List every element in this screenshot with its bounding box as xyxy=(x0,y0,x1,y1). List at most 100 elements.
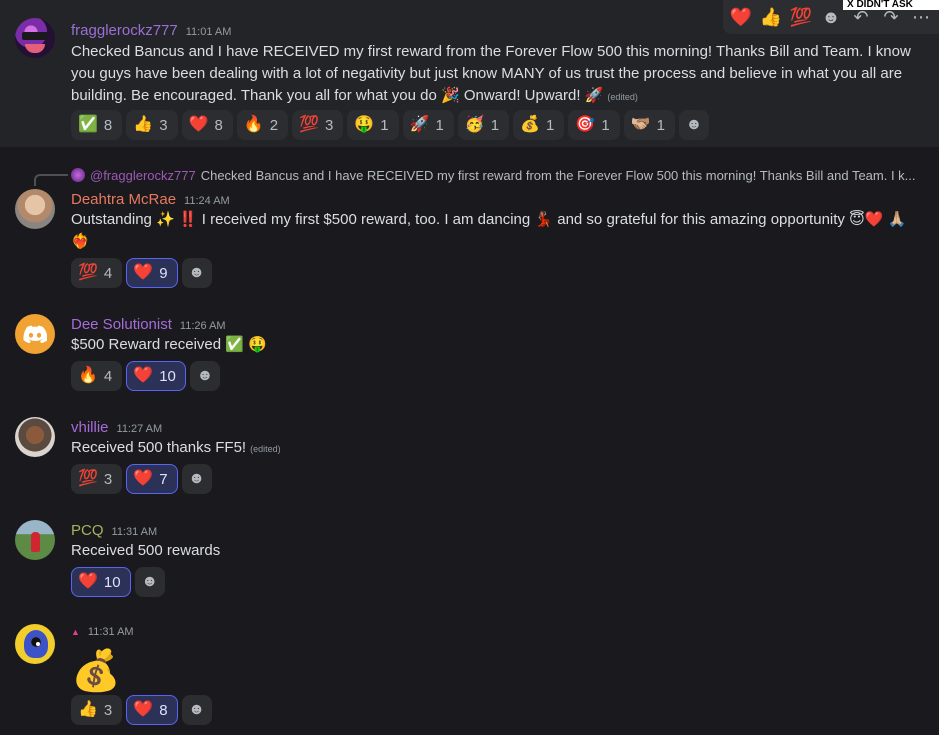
reaction[interactable]: ❤️ 10 xyxy=(71,567,131,597)
reaction-emoji: 🔥 xyxy=(243,116,264,133)
edited-label: (edited) xyxy=(607,92,638,102)
timestamp: 11:31 AM xyxy=(87,626,134,638)
reaction[interactable]: 👍 3 xyxy=(126,110,178,140)
reaction-count: 3 xyxy=(103,470,113,488)
reaction[interactable]: 🫱🏼‍🫲🏽 1 xyxy=(623,110,675,140)
chat-messages: fragglerockz777 11:01 AM Checked Bancus … xyxy=(0,0,939,735)
reaction[interactable]: 🥳 1 xyxy=(457,110,510,140)
smile-add-icon: ☻ xyxy=(685,116,703,133)
reaction-count: 1 xyxy=(546,116,555,134)
message-text: Received 500 rewards xyxy=(71,542,221,559)
reaction[interactable]: 🔥 2 xyxy=(236,110,289,140)
reaction-emoji: 💰 xyxy=(520,116,541,133)
add-reaction-button[interactable]: ☻ xyxy=(678,110,709,140)
quick-reaction-thumbsup[interactable]: 👍 xyxy=(759,5,783,29)
timestamp: 11:26 AM xyxy=(179,320,226,332)
message[interactable]: PCQ 11:31 AM Received 500 rewards ❤️ 10 ☻ xyxy=(0,516,939,601)
username[interactable]: vhillie xyxy=(71,419,109,436)
reaction-emoji: 💯 xyxy=(78,264,98,281)
reaction-emoji: 🎯 xyxy=(575,116,596,133)
avatar[interactable] xyxy=(15,624,55,664)
message[interactable]: Dee Solutionist 11:26 AM $500 Reward rec… xyxy=(0,310,939,395)
add-reaction-button[interactable]: ☻ xyxy=(181,695,212,725)
reaction-emoji: ❤️ xyxy=(133,367,154,384)
reply-avatar xyxy=(71,168,85,182)
username[interactable]: Deahtra McRae xyxy=(71,191,176,208)
reaction-count: 8 xyxy=(103,116,113,134)
timestamp: 11:27 AM xyxy=(116,423,163,435)
reaction[interactable]: ✅ 8 xyxy=(71,110,123,140)
reaction-count: 10 xyxy=(103,573,121,591)
edited-label: (edited) xyxy=(250,444,281,454)
reaction[interactable]: 🎯 1 xyxy=(568,110,620,140)
reaction-emoji: 🔥 xyxy=(78,367,98,384)
reaction[interactable]: 👍 3 xyxy=(71,695,123,725)
reply-username[interactable]: @fragglerockz777 xyxy=(90,168,196,183)
reaction-count: 1 xyxy=(490,116,500,134)
reaction[interactable]: 💯 3 xyxy=(71,464,123,494)
message-text: Outstanding ✨ ‼️ I received my first $50… xyxy=(71,211,907,250)
message[interactable]: vhillie 11:27 AM Received 500 thanks FF5… xyxy=(0,413,939,498)
reaction-emoji: 🚀 xyxy=(409,116,430,133)
reply-text: Checked Bancus and I have RECEIVED my fi… xyxy=(200,167,916,183)
reaction-emoji: ❤️ xyxy=(78,573,98,590)
reaction[interactable]: 🚀 1 xyxy=(402,110,454,140)
add-reaction-icon[interactable]: ☻ xyxy=(819,5,843,29)
quick-reaction-heart[interactable]: ❤️ xyxy=(729,5,753,29)
reaction-emoji: 💯 xyxy=(299,116,319,133)
avatar[interactable] xyxy=(15,189,55,229)
username[interactable]: Dee Solutionist xyxy=(71,316,172,333)
add-reaction-button[interactable]: ☻ xyxy=(181,258,212,288)
reaction-emoji: ✅ xyxy=(78,116,98,133)
reaction[interactable]: 🔥 4 xyxy=(71,361,123,391)
message-text: Received 500 thanks FF5! xyxy=(71,439,247,456)
reaction-emoji: ❤️ xyxy=(133,264,154,281)
username[interactable]: fragglerockz777 xyxy=(71,22,178,39)
username[interactable]: ▲ xyxy=(71,627,80,637)
reaction[interactable]: 💯 4 xyxy=(71,258,123,288)
reaction-count: 1 xyxy=(380,116,389,134)
add-reaction-button[interactable]: ☻ xyxy=(189,361,220,391)
message-text: $500 Reward received ✅ 🤑 xyxy=(71,336,267,353)
smile-add-icon: ☻ xyxy=(188,264,205,281)
reaction-count: 1 xyxy=(601,116,610,134)
discord-logo-icon xyxy=(23,325,47,343)
reaction-count: 2 xyxy=(269,116,279,134)
timestamp: 11:01 AM xyxy=(185,26,232,38)
reaction-count: 4 xyxy=(103,264,113,282)
avatar[interactable] xyxy=(15,314,55,354)
message[interactable]: ▲ 11:31 AM 💰 👍 3 ❤️ 8 ☻ xyxy=(0,620,939,735)
reaction[interactable]: ❤️ 9 xyxy=(126,258,178,288)
add-reaction-button[interactable]: ☻ xyxy=(181,464,212,494)
reaction[interactable]: 💯 3 xyxy=(292,110,344,140)
reaction[interactable]: ❤️ 8 xyxy=(126,695,178,725)
reaction-emoji: 👍 xyxy=(133,116,154,133)
reaction-emoji: ❤️ xyxy=(133,470,154,487)
reaction-emoji: 🫱🏼‍🫲🏽 xyxy=(630,116,651,133)
reaction-count: 3 xyxy=(159,116,168,134)
overlay-banner: X DIDN'T ASK xyxy=(843,0,939,10)
reaction[interactable]: ❤️ 10 xyxy=(126,361,186,391)
avatar[interactable] xyxy=(15,417,55,457)
reaction[interactable]: ❤️ 7 xyxy=(126,464,178,494)
reaction[interactable]: 🤑 1 xyxy=(347,110,399,140)
reaction-count: 9 xyxy=(159,264,168,282)
message[interactable]: Deahtra McRae 11:24 AM Outstanding ✨ ‼️ … xyxy=(0,185,939,295)
reaction-emoji: 🤑 xyxy=(354,116,375,133)
reaction[interactable]: 💰 1 xyxy=(513,110,565,140)
timestamp: 11:31 AM xyxy=(111,526,158,538)
reaction-count: 8 xyxy=(214,116,223,134)
reply-preview[interactable]: @fragglerockz777 Checked Bancus and I ha… xyxy=(71,166,916,184)
reaction-count: 10 xyxy=(159,367,176,385)
reaction-count: 3 xyxy=(103,701,113,719)
add-reaction-button[interactable]: ☻ xyxy=(134,567,165,597)
avatar[interactable] xyxy=(15,520,55,560)
avatar[interactable] xyxy=(15,18,55,58)
username[interactable]: PCQ xyxy=(71,522,104,539)
reaction[interactable]: ❤️ 8 xyxy=(181,110,233,140)
quick-reaction-100[interactable]: 💯 xyxy=(789,5,813,29)
timestamp: 11:24 AM xyxy=(184,195,230,207)
reaction-emoji: 💯 xyxy=(78,470,98,487)
reaction-count: 3 xyxy=(324,116,334,134)
smile-add-icon: ☻ xyxy=(188,701,205,718)
